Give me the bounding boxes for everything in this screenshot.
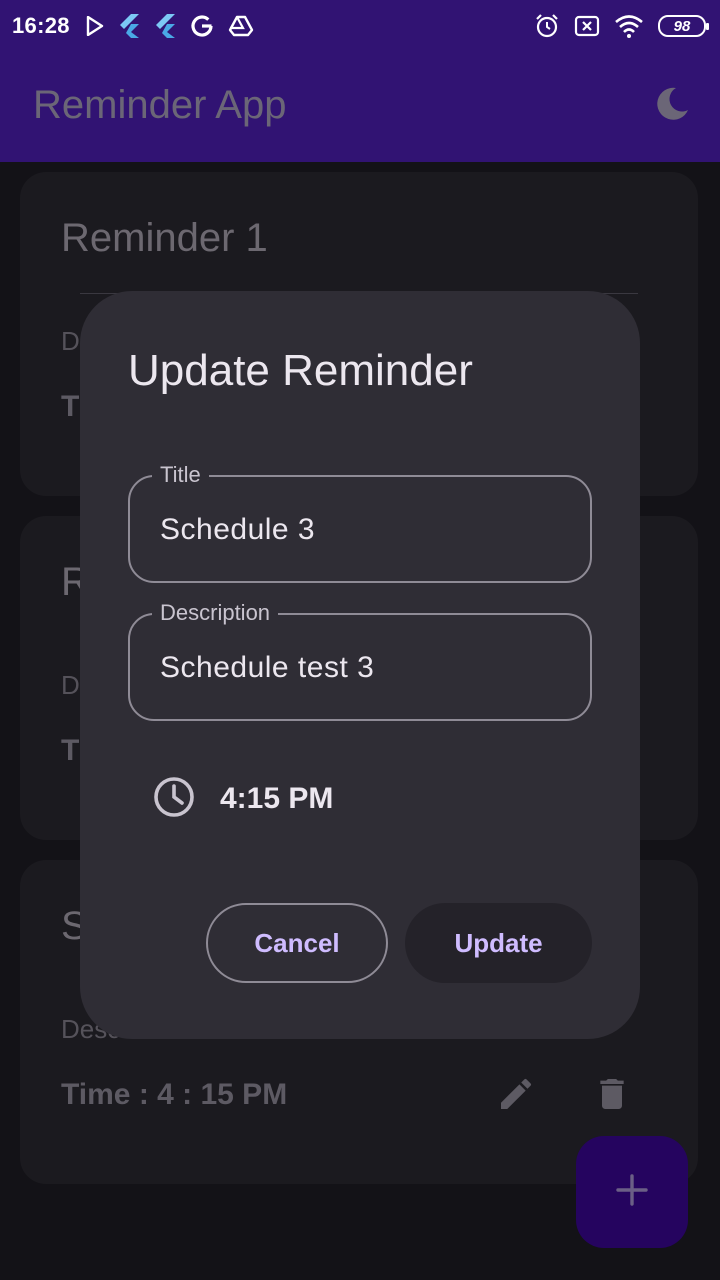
reminder-title: Reminder 1: [61, 216, 268, 260]
google-icon: [190, 14, 214, 38]
app-title: Reminder App: [33, 83, 287, 127]
reminder-description: D: [61, 670, 80, 700]
status-bar: 16:28 98: [0, 0, 720, 52]
pencil-icon: [496, 1074, 536, 1119]
reminder-description: D: [61, 326, 80, 356]
reminder-time: T: [61, 390, 80, 423]
dialog-title: Update Reminder: [128, 346, 473, 395]
system-icons: 98: [534, 12, 709, 40]
flutter-icon: [118, 13, 140, 39]
battery-icon: 98: [658, 15, 709, 37]
selected-time: 4:15 PM: [220, 782, 334, 815]
description-field[interactable]: Description Schedule test 3: [128, 600, 592, 721]
add-reminder-fab[interactable]: [576, 1136, 688, 1248]
alarm-icon: [534, 13, 560, 39]
update-reminder-dialog: Update Reminder Title Schedule 3 Descrip…: [80, 291, 640, 1039]
moon-icon: [652, 84, 692, 129]
trash-icon: [592, 1074, 632, 1119]
drive-icon: [228, 15, 254, 37]
play-store-icon: [86, 16, 104, 36]
no-sim-icon: [574, 15, 600, 37]
notification-icons: [86, 12, 254, 40]
delete-button[interactable]: [588, 1072, 636, 1120]
reminder-time: T: [61, 734, 80, 767]
clock-icon: [152, 775, 196, 824]
flutter-icon: [154, 13, 176, 39]
status-time: 16:28: [12, 13, 70, 38]
title-input[interactable]: Schedule 3: [160, 513, 315, 547]
plus-icon: [615, 1173, 649, 1212]
title-field-label: Title: [152, 462, 209, 488]
wifi-icon: [614, 14, 644, 38]
cancel-button[interactable]: Cancel: [206, 903, 388, 983]
description-input[interactable]: Schedule test 3: [160, 651, 374, 685]
title-field[interactable]: Title Schedule 3: [128, 462, 592, 583]
theme-toggle-button[interactable]: [648, 82, 696, 130]
app-bar: Reminder App: [0, 52, 720, 162]
reminder-time: Time : 4 : 15 PM: [61, 1078, 288, 1111]
update-button[interactable]: Update: [405, 903, 592, 983]
edit-button[interactable]: [492, 1072, 540, 1120]
time-picker-row[interactable]: 4:15 PM: [152, 775, 333, 823]
description-field-label: Description: [152, 600, 279, 626]
